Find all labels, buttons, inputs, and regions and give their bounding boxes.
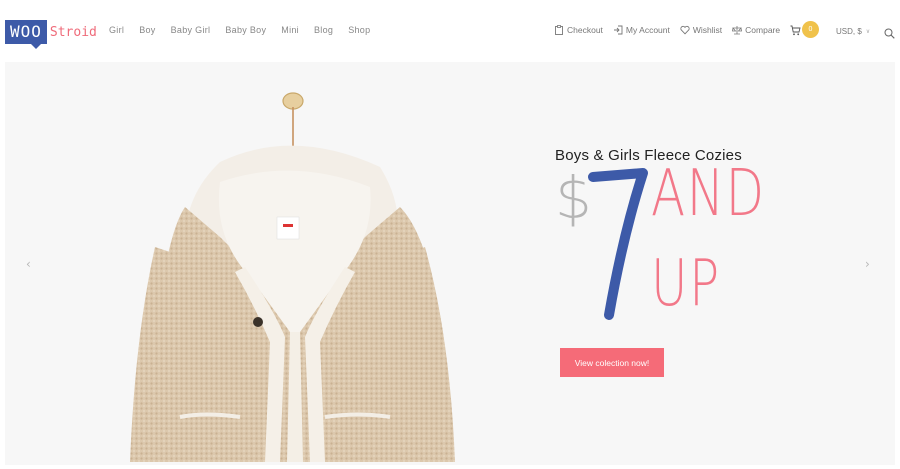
chevron-down-icon: ∨ — [865, 29, 871, 35]
checkout-label: Checkout — [567, 25, 603, 35]
clipboard-icon — [555, 25, 563, 35]
checkout-link[interactable]: Checkout — [554, 25, 603, 35]
nav-item-baby-boy[interactable]: Baby Boy — [225, 25, 266, 35]
nav-item-shop[interactable]: Shop — [348, 25, 370, 35]
compare-label: Compare — [745, 25, 781, 35]
product-image-coat — [130, 92, 455, 462]
cart-icon — [790, 25, 801, 36]
currency-selector[interactable]: USD, $ ∨ — [836, 27, 870, 36]
account-links: Checkout My Account Wishlist Compare — [554, 25, 780, 35]
site-logo[interactable]: WOO Stroid — [5, 19, 97, 49]
compare-link[interactable]: Compare — [732, 25, 780, 35]
nav-item-mini[interactable]: Mini — [281, 25, 299, 35]
nav-item-baby-girl[interactable]: Baby Girl — [171, 25, 211, 35]
chevron-left-icon[interactable]: ‹ — [26, 257, 31, 271]
cart-count-badge: 0 — [802, 21, 819, 38]
main-nav: Girl Boy Baby Girl Baby Boy Mini Blog Sh… — [109, 25, 370, 35]
price-number-text: 7 — [587, 165, 588, 166]
site-header: WOO Stroid Girl Boy Baby Girl Baby Boy M… — [0, 0, 900, 62]
logo-text: Stroid — [49, 24, 97, 40]
my-account-link[interactable]: My Account — [613, 25, 670, 35]
price-suffix-line2: UP — [651, 247, 721, 321]
chevron-right-icon[interactable]: › — [865, 257, 870, 271]
cart-button[interactable]: 0 — [790, 21, 819, 38]
currency-label: USD, $ — [836, 27, 862, 36]
heart-icon — [680, 25, 690, 35]
price-suffix-line1: AND — [651, 157, 766, 231]
nav-item-boy[interactable]: Boy — [139, 25, 155, 35]
login-icon — [613, 25, 623, 35]
view-collection-button[interactable]: View colection now! — [560, 348, 664, 377]
wishlist-link[interactable]: Wishlist — [680, 25, 722, 35]
my-account-label: My Account — [625, 25, 670, 35]
search-button[interactable] — [884, 26, 895, 44]
logo-box: WOO — [5, 20, 47, 49]
nav-item-blog[interactable]: Blog — [314, 25, 333, 35]
search-icon — [884, 28, 895, 39]
hero-slider: ‹ › Boys & Girls Fleece Cozies $ 7 AND U… — [5, 62, 895, 465]
price-number: 7 — [587, 165, 648, 320]
nav-item-girl[interactable]: Girl — [109, 25, 124, 35]
wishlist-label: Wishlist — [692, 25, 723, 35]
compare-icon — [732, 26, 743, 35]
